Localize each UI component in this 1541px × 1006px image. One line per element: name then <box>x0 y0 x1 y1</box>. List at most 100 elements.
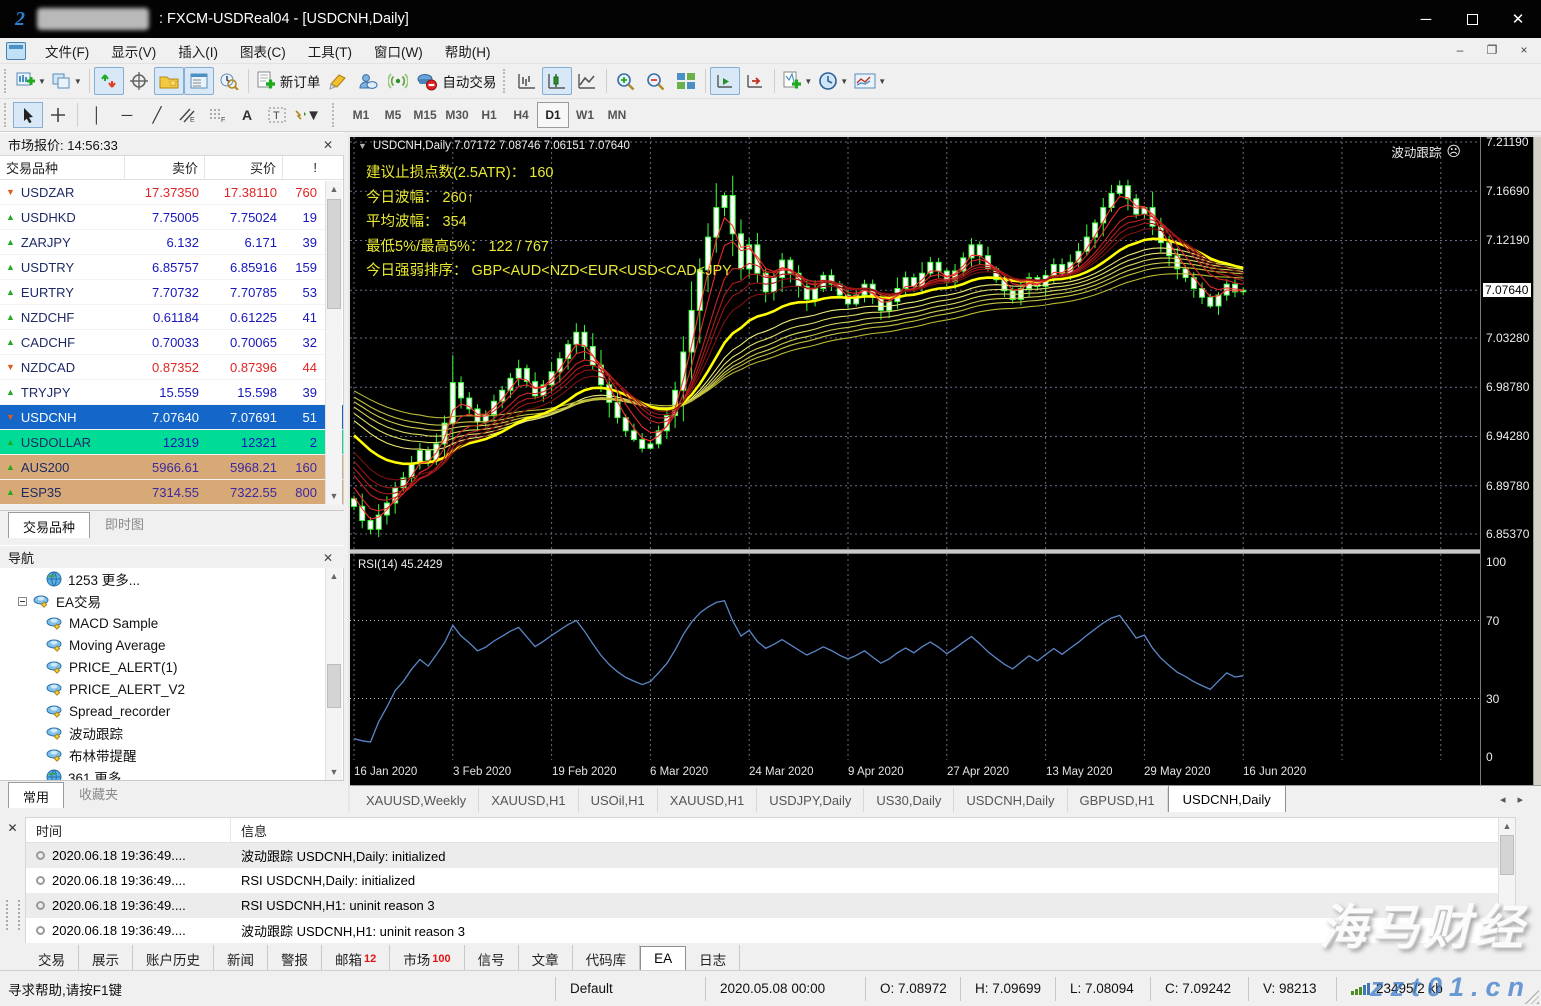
vertical-line-tool-button[interactable]: │ <box>82 102 112 128</box>
market-watch-row-usdcnh[interactable]: ▼ USDCNH 7.07640 7.07691 51 <box>0 405 343 430</box>
chart-tab-0[interactable]: XAUUSD,Weekly <box>354 787 480 813</box>
tab-tick-chart[interactable]: 即时图 <box>90 509 159 538</box>
mdi-restore-button[interactable]: ❐ <box>1481 41 1503 59</box>
scroll-up-icon[interactable]: ▲ <box>326 568 342 584</box>
column-header-spread[interactable]: ! <box>283 156 323 179</box>
scroll-up-icon[interactable]: ▲ <box>326 181 342 197</box>
market-watch-row-tryjpy[interactable]: ▲ TRYJPY 15.559 15.598 39 <box>0 380 343 405</box>
data-window-button[interactable] <box>124 67 154 95</box>
terminal-tab-5[interactable]: 邮箱 12 <box>322 944 391 973</box>
rsi-readout[interactable]: RSI(14) 45.2429 <box>358 559 442 571</box>
metaeditor-button[interactable] <box>323 67 353 95</box>
mdi-minimize-button[interactable]: – <box>1449 41 1471 59</box>
chart-tab-1[interactable]: XAUUSD,H1 <box>479 787 579 813</box>
timeframe-button-d1[interactable]: D1 <box>537 102 569 128</box>
timeframe-button-m1[interactable]: M1 <box>345 102 377 128</box>
candle-chart-mode-button[interactable] <box>542 67 573 95</box>
terminal-tab-0[interactable]: 交易 <box>25 944 79 973</box>
toolbar-grip[interactable] <box>503 69 510 93</box>
text-tool-button[interactable]: A <box>232 102 262 128</box>
chart-tab-3[interactable]: XAUUSD,H1 <box>658 787 758 813</box>
market-watch-row-eurtry[interactable]: ▲ EURTRY 7.70732 7.70785 53 <box>0 280 343 305</box>
navigator-item-8[interactable]: 布林带提醒 <box>0 744 343 766</box>
navigator-item-3[interactable]: Moving Average <box>0 634 343 656</box>
market-watch-row-aus200[interactable]: ▲ AUS200 5966.61 5968.21 160 <box>0 455 343 480</box>
menu-item-6[interactable]: 帮助(H) <box>434 38 502 64</box>
close-button[interactable]: ✕ <box>1495 0 1541 38</box>
market-watch-row-esp35[interactable]: ▲ ESP35 7314.55 7322.55 800 <box>0 480 343 505</box>
timeframe-button-h4[interactable]: H4 <box>505 102 537 128</box>
price-axis[interactable]: 7.21190 7.16690 7.12190 7.07640 7.03280 6.987… <box>1480 135 1533 785</box>
fibonacci-tool-button[interactable]: F <box>202 102 232 128</box>
channel-tool-button[interactable]: E <box>172 102 202 128</box>
status-profile[interactable]: Default <box>555 976 705 1001</box>
navigator-item-0[interactable]: 1253 更多... <box>0 568 343 590</box>
zoom-in-button[interactable] <box>611 67 641 95</box>
tab-scroll-arrows[interactable]: ◂▸ <box>1500 793 1535 806</box>
cursor-tool-button[interactable] <box>13 102 43 128</box>
terminal-close-icon[interactable]: ✕ <box>5 820 21 836</box>
column-header-symbol[interactable]: 交易品种 <box>0 156 125 179</box>
terminal-grip[interactable] <box>5 900 20 930</box>
trendline-tool-button[interactable]: ╱ <box>142 102 172 128</box>
market-watch-row-usdzar[interactable]: ▼ USDZAR 17.37350 17.38110 760 <box>0 180 343 205</box>
periods-button[interactable]: ▼ <box>815 67 851 95</box>
terminal-tab-8[interactable]: 文章 <box>519 944 573 973</box>
bar-chart-mode-button[interactable] <box>512 67 542 95</box>
market-watch-row-usdhkd[interactable]: ▲ USDHKD 7.75005 7.75024 19 <box>0 205 343 230</box>
market-watch-row-cadchf[interactable]: ▲ CADCHF 0.70033 0.70065 32 <box>0 330 343 355</box>
tree-expander-minus-icon[interactable] <box>18 596 27 606</box>
terminal-tab-11[interactable]: 日志 <box>686 944 741 973</box>
timeframe-button-w1[interactable]: W1 <box>569 102 601 128</box>
community-button[interactable] <box>353 67 383 95</box>
zoom-out-button[interactable] <box>641 67 671 95</box>
chart-window-icon[interactable] <box>6 41 26 60</box>
line-chart-mode-button[interactable] <box>572 67 602 95</box>
new-order-button[interactable]: 新订单 <box>253 67 324 95</box>
rsi-indicator-chart[interactable] <box>350 554 1480 760</box>
indicator-badge[interactable]: 波动跟踪 ☹ <box>1391 142 1461 161</box>
strategy-tester-button[interactable] <box>214 67 244 95</box>
column-header-time[interactable]: 时间 <box>26 818 231 842</box>
terminal-tab-1[interactable]: 展示 <box>79 944 133 973</box>
timeframe-button-m30[interactable]: M30 <box>441 102 473 128</box>
chart-tab-5[interactable]: US30,Daily <box>864 787 955 813</box>
chart-window[interactable]: ▼ USDCNH,Daily 7.07172 7.08746 7.06151 7… <box>348 135 1541 814</box>
navigator-item-5[interactable]: PRICE_ALERT_V2 <box>0 678 343 700</box>
toolbar-grip[interactable] <box>4 103 11 127</box>
minimize-button[interactable]: ─ <box>1403 0 1449 38</box>
terminal-tab-4[interactable]: 警报 <box>268 944 322 973</box>
mdi-close-button[interactable]: × <box>1513 41 1535 59</box>
navigator-item-7[interactable]: 波动跟踪 <box>0 722 343 744</box>
market-watch-toggle-button[interactable] <box>93 67 124 95</box>
navigator-item-6[interactable]: Spread_recorder <box>0 700 343 722</box>
toolbar-grip[interactable] <box>332 103 339 127</box>
maximize-button[interactable] <box>1449 0 1495 38</box>
terminal-row-2[interactable]: 2020.06.18 19:36:49.... RSI USDCNH,H1: un… <box>26 893 1515 918</box>
chart-tab-2[interactable]: USOil,H1 <box>579 787 658 813</box>
chart-ohlc-readout[interactable]: ▼ USDCNH,Daily 7.07172 7.08746 7.06151 7… <box>358 140 630 152</box>
timeframe-button-m5[interactable]: M5 <box>377 102 409 128</box>
market-watch-row-zarjpy[interactable]: ▲ ZARJPY 6.132 6.171 39 <box>0 230 343 255</box>
timeframe-button-h1[interactable]: H1 <box>473 102 505 128</box>
chart-tab-7[interactable]: GBPUSD,H1 <box>1068 787 1168 813</box>
menu-item-0[interactable]: 文件(F) <box>34 38 100 64</box>
scroll-down-icon[interactable]: ▼ <box>326 764 342 780</box>
timeframe-button-mn[interactable]: MN <box>601 102 633 128</box>
terminal-tab-2[interactable]: 账户历史 <box>133 944 214 973</box>
menu-item-5[interactable]: 窗口(W) <box>363 38 434 64</box>
toolbar-grip[interactable] <box>4 69 11 93</box>
navigator-item-2[interactable]: MACD Sample <box>0 612 343 634</box>
terminal-scrollbar[interactable]: ▲ <box>1498 818 1515 942</box>
terminal-tab-6[interactable]: 市场 100 <box>390 944 465 973</box>
tab-symbols[interactable]: 交易品种 <box>8 512 91 538</box>
autotrading-button[interactable]: 自动交易 <box>413 67 499 95</box>
terminal-tab-7[interactable]: 信号 <box>465 944 519 973</box>
terminal-tab-10[interactable]: EA <box>640 946 687 971</box>
column-header-message[interactable]: 信息 <box>231 818 1515 842</box>
auto-scroll-button[interactable] <box>710 67 741 95</box>
chevron-down-icon[interactable]: ▼ <box>358 141 367 151</box>
terminal-row-3[interactable]: 2020.06.18 19:36:49.... 波动跟踪 USDCNH,H1: u… <box>26 918 1515 943</box>
menu-item-1[interactable]: 显示(V) <box>100 38 167 64</box>
time-axis[interactable]: 16 Jan 2020 3 Feb 2020 19 Feb 2020 6 Mar 20… <box>350 760 1480 785</box>
